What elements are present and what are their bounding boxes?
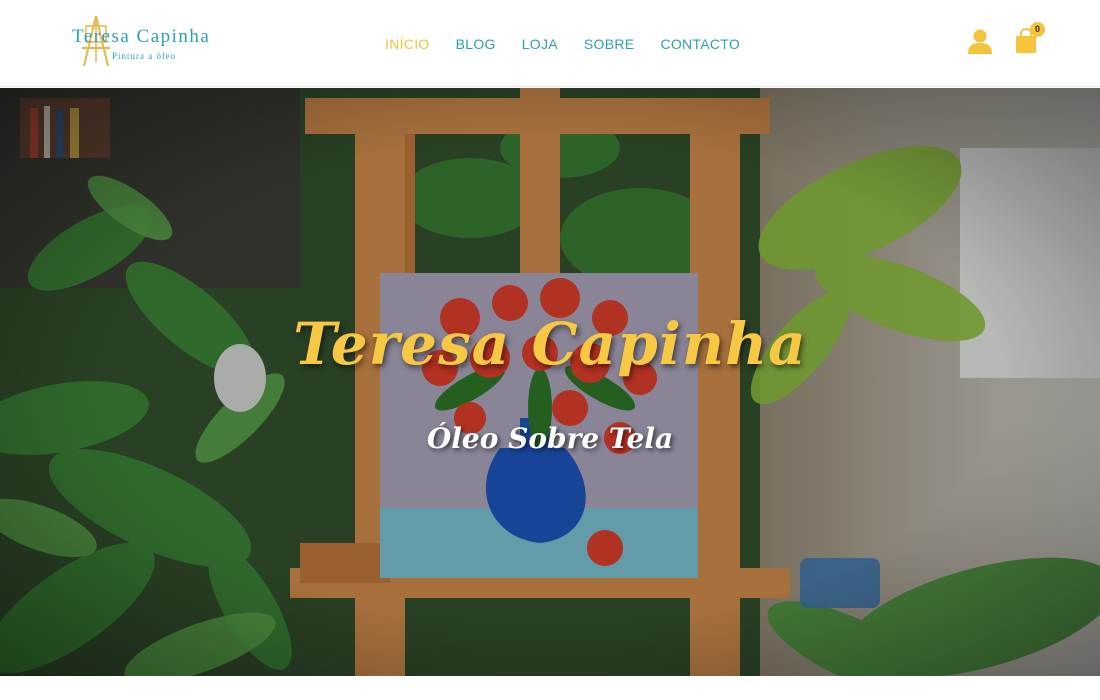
nav-item-contacto[interactable]: CONTACTO (660, 36, 740, 52)
hero-background-image (0, 88, 1100, 676)
hero-banner: Teresa Capinha Óleo Sobre Tela (0, 88, 1100, 676)
nav-item-blog[interactable]: BLOG (456, 36, 496, 52)
cart-button[interactable]: 0 (1014, 22, 1050, 58)
logo-subtitle: Pintura a óleo (112, 51, 176, 61)
nav-item-sobre[interactable]: SOBRE (584, 36, 635, 52)
page-bottom-edge (0, 676, 1100, 700)
hero-title: Teresa Capinha (293, 310, 807, 378)
nav-item-inicio[interactable]: INÍCIO (385, 36, 430, 52)
cart-count-badge: 0 (1030, 22, 1045, 37)
nav-item-loja[interactable]: LOJA (522, 36, 558, 52)
site-logo[interactable]: Teresa Capinha Pintura a óleo (72, 14, 232, 68)
hero-subtitle: Óleo Sobre Tela (426, 422, 674, 455)
user-icon[interactable] (966, 27, 994, 55)
logo-title: Teresa Capinha (72, 26, 211, 47)
site-header: Teresa Capinha Pintura a óleo INÍCIO BLO… (0, 0, 1100, 87)
main-nav: INÍCIO BLOG LOJA SOBRE CONTACTO (372, 0, 753, 87)
